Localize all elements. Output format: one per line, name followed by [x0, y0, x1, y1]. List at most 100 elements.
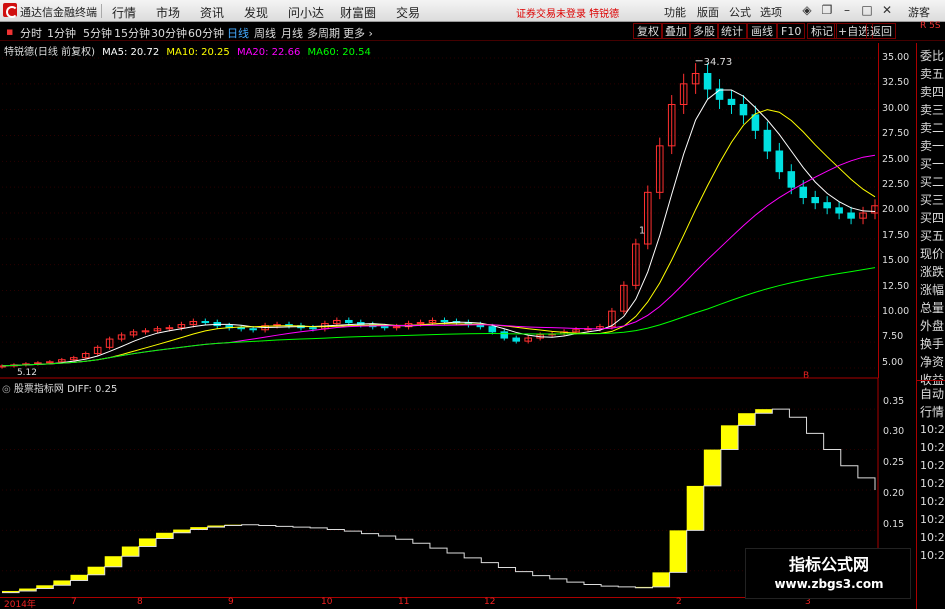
panel-label: 买一: [920, 157, 945, 171]
y2-tick-label: 0.20: [883, 488, 905, 499]
candle-body: [345, 319, 353, 324]
panel-time: 10:26: [920, 459, 945, 472]
y-tick-label: 22.50: [882, 179, 910, 190]
marker-label: 1: [639, 226, 645, 237]
panel-quotes[interactable]: 行情: [920, 403, 944, 420]
panel-label: 涨跌: [920, 265, 945, 279]
rising-block: [686, 485, 704, 531]
y-tick-label: 17.50: [882, 230, 910, 241]
b-marker-label: B: [803, 371, 809, 381]
y2-tick-label: 0.25: [883, 457, 905, 468]
rising-block: [669, 530, 687, 573]
panel-label: 现价: [920, 247, 945, 261]
candle-body: [500, 331, 509, 339]
rising-block: [720, 425, 739, 450]
panel-label: 涨幅: [920, 283, 945, 297]
trading-terminal-window: 通达信金融终端 行情 市场 资讯 发现 问小达 财富圈 交易 证券交易未登录 特…: [0, 0, 945, 609]
y-tick-label: 27.50: [882, 128, 910, 139]
rising-block: [156, 532, 174, 539]
candle-body: [727, 98, 736, 106]
y2-tick-label: 0.15: [883, 519, 905, 530]
candle-body: [703, 73, 712, 90]
panel-time: 10:26: [920, 549, 945, 562]
y-tick-label: 15.00: [882, 255, 910, 266]
x-tick-label: 8: [137, 597, 143, 607]
panel-label: 卖五: [920, 67, 945, 81]
x-tick-label: 11: [398, 597, 410, 607]
chart-canvas[interactable]: 34.73 5.12 1 B: [0, 0, 945, 609]
ma10-line: [1, 109, 876, 367]
candle-body: [440, 319, 449, 323]
panel-label: 外盘: [920, 319, 945, 333]
panel-label: 买五: [920, 229, 945, 243]
rising-block: [104, 556, 122, 567]
x-tick-label: 9: [228, 597, 234, 607]
candle-body: [249, 328, 257, 331]
panel-label: 卖四: [920, 85, 945, 99]
panel-time: 10:26: [920, 513, 945, 526]
x-tick-label: 12: [484, 597, 496, 607]
panel-label: 卖一: [920, 139, 945, 153]
panel-label: 买二: [920, 175, 945, 189]
candle-body: [823, 202, 831, 209]
panel-time: 10:26: [920, 495, 945, 508]
y-tick-label: 32.50: [882, 77, 910, 88]
candle-body: [763, 129, 772, 152]
indicator-settings-icon[interactable]: ◎: [2, 384, 11, 395]
rising-block: [703, 449, 721, 486]
candle-body: [835, 207, 843, 214]
candle-body: [739, 104, 748, 116]
y-tick-label: 30.00: [882, 103, 910, 114]
candle-body: [775, 150, 784, 173]
y-tick-label: 10.00: [882, 306, 910, 317]
quote-side-panel: 委比 卖五 卖四 卖三 卖二 卖一 买一 买二 买三 买四 买五 现价 涨跌 涨…: [916, 43, 945, 609]
rising-block: [138, 538, 157, 547]
rising-block: [121, 546, 139, 557]
candle-body: [787, 171, 796, 188]
y2-tick-label: 0.35: [883, 396, 905, 407]
panel-time: 10:26: [920, 531, 945, 544]
panel-label: 买四: [920, 211, 945, 225]
panel-divider: [917, 380, 945, 381]
x-tick-label: 2: [676, 597, 682, 607]
panel-label: 买三: [920, 193, 945, 207]
x-tick-label: 7: [71, 597, 77, 607]
y2-tick-label: 0.30: [883, 426, 905, 437]
watermark-title: 指标公式网: [788, 555, 869, 574]
rising-block: [652, 572, 670, 587]
candle-body: [380, 326, 389, 329]
candle-body: [488, 326, 497, 333]
candle-body: [512, 337, 521, 342]
indicator-info: ◎ 股票指标网 DIFF: 0.25: [2, 380, 117, 395]
candle-body: [847, 212, 855, 219]
rising-block: [755, 409, 773, 414]
watermark: 指标公式网 www.zbgs3.com: [745, 548, 911, 599]
diff-value: DIFF: 0.25: [67, 384, 118, 395]
ma5-line: [1, 89, 876, 367]
panel-label: 净资: [920, 355, 945, 369]
candle-body: [811, 197, 819, 204]
watermark-url: www.zbgs3.com: [774, 577, 884, 591]
candle-body: [309, 327, 317, 330]
candle-body: [237, 327, 245, 330]
rising-block: [87, 566, 105, 575]
rising-block: [70, 574, 88, 581]
candle-body: [201, 321, 210, 324]
candle-body: [799, 186, 808, 199]
x-tick-label: 10: [321, 597, 333, 607]
low-price-label: 5.12: [17, 368, 37, 378]
y-tick-label: 5.00: [882, 357, 904, 368]
panel-label: 换手: [920, 337, 945, 351]
candle-body: [751, 114, 760, 131]
panel-time: 10:26: [920, 441, 945, 454]
y-tick-label: 35.00: [882, 52, 910, 63]
rising-block: [738, 413, 756, 426]
rising-block: [53, 580, 71, 586]
panel-time: 10:26: [920, 423, 945, 436]
panel-label: 卖二: [920, 121, 945, 135]
panel-label: 总量: [920, 301, 945, 315]
price-chart[interactable]: 34.73 5.12 1 B: [0, 57, 879, 597]
panel-auto[interactable]: 自动: [920, 385, 944, 402]
panel-label: 卖三: [920, 103, 945, 117]
panel-time: 10:26: [920, 477, 945, 490]
